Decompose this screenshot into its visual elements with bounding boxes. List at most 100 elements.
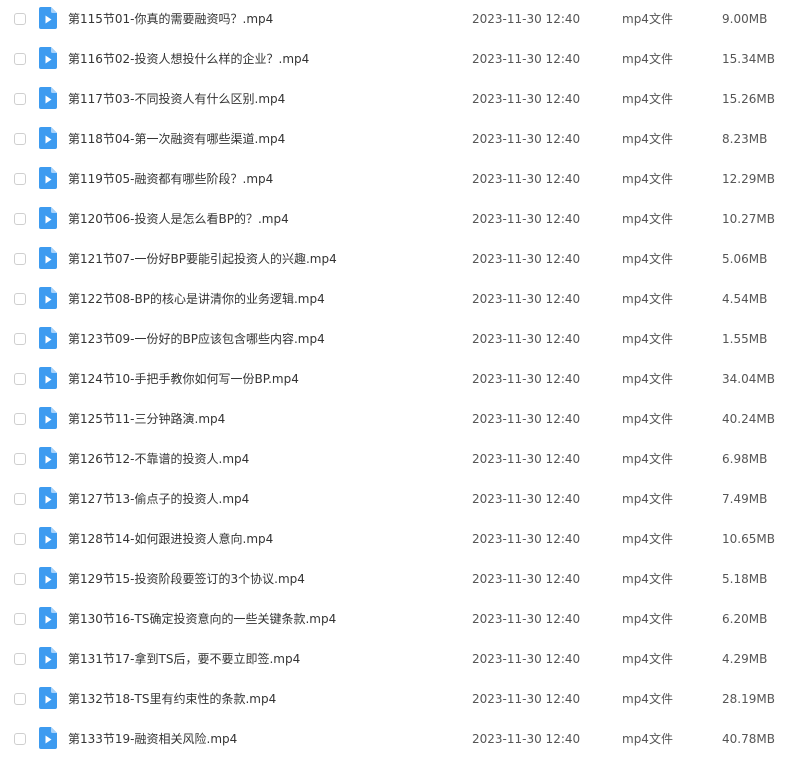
file-modified-date: 2023-11-30 12:40 — [472, 452, 581, 466]
file-row[interactable]: 第117节03-不同投资人有什么区别.mp4 2023-11-30 12:40 … — [0, 80, 803, 120]
row-checkbox[interactable] — [14, 413, 26, 425]
file-name[interactable]: 第131节17-拿到TS后，要不要立即签.mp4 — [68, 651, 300, 667]
file-name[interactable]: 第133节19-融资相关风险.mp4 — [68, 731, 237, 747]
row-checkbox[interactable] — [14, 333, 26, 345]
video-file-icon — [39, 407, 57, 429]
file-name[interactable]: 第132节18-TS里有约束性的条款.mp4 — [68, 691, 276, 707]
video-file-icon — [39, 247, 57, 269]
row-checkbox[interactable] — [14, 373, 26, 385]
file-name[interactable]: 第120节06-投资人是怎么看BP的？.mp4 — [68, 211, 289, 227]
file-row[interactable]: 第130节16-TS确定投资意向的一些关键条款.mp4 2023-11-30 1… — [0, 600, 803, 640]
file-size: 28.19MB — [722, 692, 775, 706]
file-size: 10.27MB — [722, 212, 775, 226]
video-file-icon — [39, 327, 57, 349]
row-checkbox[interactable] — [14, 613, 26, 625]
file-type: mp4文件 — [622, 172, 673, 186]
file-row[interactable]: 第131节17-拿到TS后，要不要立即签.mp4 2023-11-30 12:4… — [0, 640, 803, 680]
file-type: mp4文件 — [622, 612, 673, 626]
row-checkbox[interactable] — [14, 733, 26, 745]
file-name[interactable]: 第117节03-不同投资人有什么区别.mp4 — [68, 91, 285, 107]
file-name[interactable]: 第123节09-一份好的BP应该包含哪些内容.mp4 — [68, 331, 325, 347]
file-name[interactable]: 第119节05-融资都有哪些阶段？.mp4 — [68, 171, 273, 187]
row-checkbox[interactable] — [14, 53, 26, 65]
video-file-icon — [39, 127, 57, 149]
file-size: 6.98MB — [722, 452, 768, 466]
row-checkbox[interactable] — [14, 293, 26, 305]
file-name[interactable]: 第118节04-第一次融资有哪些渠道.mp4 — [68, 131, 285, 147]
row-checkbox[interactable] — [14, 133, 26, 145]
row-checkbox[interactable] — [14, 213, 26, 225]
file-modified-date: 2023-11-30 12:40 — [472, 332, 581, 346]
file-size: 40.24MB — [722, 412, 775, 426]
file-size: 15.26MB — [722, 92, 775, 106]
video-file-icon — [39, 7, 57, 29]
file-name[interactable]: 第125节11-三分钟路演.mp4 — [68, 411, 225, 427]
file-modified-date: 2023-11-30 12:40 — [472, 292, 581, 306]
file-type: mp4文件 — [622, 292, 673, 306]
file-type: mp4文件 — [622, 372, 673, 386]
file-name[interactable]: 第116节02-投资人想投什么样的企业？.mp4 — [68, 51, 309, 67]
file-name[interactable]: 第130节16-TS确定投资意向的一些关键条款.mp4 — [68, 611, 336, 627]
file-row[interactable]: 第116节02-投资人想投什么样的企业？.mp4 2023-11-30 12:4… — [0, 40, 803, 80]
file-row[interactable]: 第132节18-TS里有约束性的条款.mp4 2023-11-30 12:40 … — [0, 680, 803, 720]
file-name[interactable]: 第127节13-偷点子的投资人.mp4 — [68, 491, 249, 507]
file-row[interactable]: 第119节05-融资都有哪些阶段？.mp4 2023-11-30 12:40 m… — [0, 160, 803, 200]
file-modified-date: 2023-11-30 12:40 — [472, 372, 581, 386]
file-modified-date: 2023-11-30 12:40 — [472, 412, 581, 426]
file-row[interactable]: 第124节10-手把手教你如何写一份BP.mp4 2023-11-30 12:4… — [0, 360, 803, 400]
file-row[interactable]: 第118节04-第一次融资有哪些渠道.mp4 2023-11-30 12:40 … — [0, 120, 803, 160]
file-size: 15.34MB — [722, 52, 775, 66]
row-checkbox[interactable] — [14, 173, 26, 185]
row-checkbox[interactable] — [14, 493, 26, 505]
row-checkbox[interactable] — [14, 253, 26, 265]
file-type: mp4文件 — [622, 572, 673, 586]
file-row[interactable]: 第128节14-如何跟进投资人意向.mp4 2023-11-30 12:40 m… — [0, 520, 803, 560]
file-size: 5.06MB — [722, 252, 768, 266]
file-row[interactable]: 第121节07-一份好BP要能引起投资人的兴趣.mp4 2023-11-30 1… — [0, 240, 803, 280]
row-checkbox[interactable] — [14, 573, 26, 585]
file-row[interactable]: 第133节19-融资相关风险.mp4 2023-11-30 12:40 mp4文… — [0, 720, 803, 760]
file-row[interactable]: 第120节06-投资人是怎么看BP的？.mp4 2023-11-30 12:40… — [0, 200, 803, 240]
file-name[interactable]: 第115节01-你真的需要融资吗？.mp4 — [68, 11, 273, 27]
row-checkbox[interactable] — [14, 533, 26, 545]
file-size: 12.29MB — [722, 172, 775, 186]
row-checkbox[interactable] — [14, 13, 26, 25]
video-file-icon — [39, 207, 57, 229]
file-list: 第115节01-你真的需要融资吗？.mp4 2023-11-30 12:40 m… — [0, 0, 803, 753]
file-size: 4.29MB — [722, 652, 768, 666]
row-checkbox[interactable] — [14, 93, 26, 105]
file-row[interactable]: 第123节09-一份好的BP应该包含哪些内容.mp4 2023-11-30 12… — [0, 320, 803, 360]
file-name[interactable]: 第126节12-不靠谱的投资人.mp4 — [68, 451, 249, 467]
file-type: mp4文件 — [622, 692, 673, 706]
video-file-icon — [39, 447, 57, 469]
file-modified-date: 2023-11-30 12:40 — [472, 12, 581, 26]
file-type: mp4文件 — [622, 12, 673, 26]
file-size: 40.78MB — [722, 732, 775, 746]
file-name[interactable]: 第124节10-手把手教你如何写一份BP.mp4 — [68, 371, 299, 387]
file-name[interactable]: 第122节08-BP的核心是讲清你的业务逻辑.mp4 — [68, 291, 325, 307]
video-file-icon — [39, 47, 57, 69]
file-modified-date: 2023-11-30 12:40 — [472, 612, 581, 626]
file-name[interactable]: 第121节07-一份好BP要能引起投资人的兴趣.mp4 — [68, 251, 337, 267]
file-size: 6.20MB — [722, 612, 768, 626]
file-row[interactable]: 第127节13-偷点子的投资人.mp4 2023-11-30 12:40 mp4… — [0, 480, 803, 520]
file-name[interactable]: 第128节14-如何跟进投资人意向.mp4 — [68, 531, 273, 547]
file-size: 4.54MB — [722, 292, 768, 306]
file-row[interactable]: 第115节01-你真的需要融资吗？.mp4 2023-11-30 12:40 m… — [0, 0, 803, 40]
video-file-icon — [39, 687, 57, 709]
file-type: mp4文件 — [622, 212, 673, 226]
file-modified-date: 2023-11-30 12:40 — [472, 692, 581, 706]
file-row[interactable]: 第125节11-三分钟路演.mp4 2023-11-30 12:40 mp4文件… — [0, 400, 803, 440]
row-checkbox[interactable] — [14, 453, 26, 465]
file-row[interactable]: 第129节15-投资阶段要签订的3个协议.mp4 2023-11-30 12:4… — [0, 560, 803, 600]
file-type: mp4文件 — [622, 252, 673, 266]
video-file-icon — [39, 367, 57, 389]
file-modified-date: 2023-11-30 12:40 — [472, 172, 581, 186]
file-row[interactable]: 第126节12-不靠谱的投资人.mp4 2023-11-30 12:40 mp4… — [0, 440, 803, 480]
file-type: mp4文件 — [622, 412, 673, 426]
file-row[interactable]: 第122节08-BP的核心是讲清你的业务逻辑.mp4 2023-11-30 12… — [0, 280, 803, 320]
row-checkbox[interactable] — [14, 693, 26, 705]
file-size: 1.55MB — [722, 332, 768, 346]
file-name[interactable]: 第129节15-投资阶段要签订的3个协议.mp4 — [68, 571, 305, 587]
row-checkbox[interactable] — [14, 653, 26, 665]
